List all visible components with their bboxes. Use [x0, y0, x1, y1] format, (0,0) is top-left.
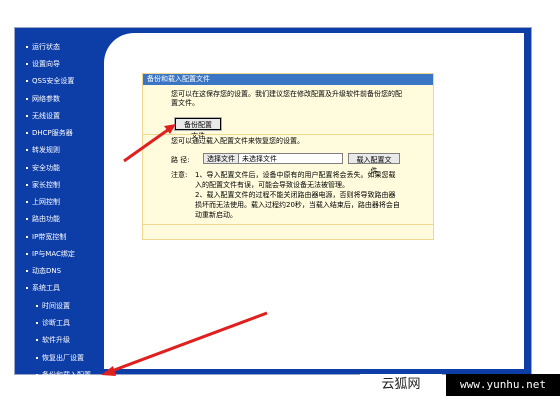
- restore-description: 您可以通过载入配置文件来恢复您的设置。: [171, 137, 304, 145]
- watermark-site-name: 云狐网: [360, 374, 442, 396]
- bullet-icon: [26, 115, 28, 117]
- bullet-icon: [36, 339, 38, 341]
- bullet-icon: [26, 184, 28, 186]
- note-text: 1、导入配置文件后，设备中原有的用户配置将会丢失。如果您载入的配置文件有误，可能…: [195, 170, 400, 220]
- no-file-text: 未选择文件: [242, 155, 277, 163]
- red-arrow-to-menu-icon: [101, 311, 268, 376]
- choose-file-button[interactable]: 选择文件: [204, 154, 239, 163]
- sidebar-item-system-tools[interactable]: 系统工具: [26, 281, 106, 295]
- red-arrow-to-backup-icon: [123, 124, 176, 163]
- bullet-icon: [26, 149, 28, 151]
- bullet-icon: [26, 63, 28, 65]
- bullet-icon: [26, 253, 28, 255]
- panel-title: 备份和载入配置文件: [143, 74, 433, 85]
- bullet-icon: [26, 46, 28, 48]
- sidebar-item-parental-control[interactable]: 家长控制: [26, 178, 106, 192]
- sidebar-item-ip-mac-binding[interactable]: IP与MAC绑定: [26, 247, 106, 261]
- bullet-icon: [36, 357, 38, 359]
- note-item-1: 1、导入配置文件后，设备中原有的用户配置将会丢失。如果您载入的配置文件有误，可能…: [195, 171, 396, 189]
- sidebar-item-setup-wizard[interactable]: 设置向导: [26, 57, 106, 71]
- sidebar-item-dhcp[interactable]: DHCP服务器: [26, 126, 106, 140]
- sidebar-item-access-control[interactable]: 上网控制: [26, 195, 106, 209]
- bullet-icon: [26, 287, 28, 289]
- bullet-icon: [36, 305, 38, 307]
- bullet-icon: [26, 201, 28, 203]
- sidebar-item-ddns[interactable]: 动态DNS: [26, 264, 106, 278]
- divider: [143, 224, 433, 225]
- bullet-icon: [26, 167, 28, 169]
- sidebar-item-run-status[interactable]: 运行状态: [26, 40, 106, 54]
- sidebar-item-network[interactable]: 网络参数: [26, 92, 106, 106]
- bullet-icon: [26, 98, 28, 100]
- watermark-url: www.yunhu.net: [446, 374, 560, 396]
- load-config-button[interactable]: 载入配置文件: [348, 153, 400, 175]
- bullet-icon: [36, 322, 38, 324]
- sidebar-item-qss[interactable]: QSS安全设置: [26, 74, 106, 88]
- divider: [143, 134, 433, 135]
- sidebar-item-bandwidth[interactable]: IP带宽控制: [26, 230, 106, 244]
- backup-config-button[interactable]: 备份配置文件: [174, 117, 222, 140]
- file-path-input[interactable]: 选择文件 未选择文件: [203, 153, 343, 164]
- bullet-icon: [26, 132, 28, 134]
- bullet-icon: [26, 80, 28, 82]
- note-label: 注意:: [171, 171, 188, 179]
- sidebar-item-wireless[interactable]: 无线设置: [26, 109, 106, 123]
- note-item-2: 2、载入配置文件的过程不能关闭路由器电源，否则将导致路由器损坏而无法使用。载入过…: [195, 191, 400, 219]
- backup-description: 您可以在这保存您的设置。我们建议您在修改配置及升级软件前备份您的配置文件。: [171, 90, 402, 107]
- sidebar-item-security[interactable]: 安全功能: [26, 161, 106, 175]
- bullet-icon: [26, 236, 28, 238]
- sidebar-item-routing[interactable]: 路由功能: [26, 212, 106, 226]
- bullet-icon: [26, 270, 28, 272]
- sidebar-item-forwarding[interactable]: 转发规则: [26, 143, 106, 157]
- bullet-icon: [36, 374, 38, 376]
- backup-restore-panel: 备份和载入配置文件 您可以在这保存您的设置。我们建议您在修改配置及升级软件前备份…: [142, 73, 434, 240]
- bullet-icon: [26, 218, 28, 220]
- sidebar-menu: 运行状态 设置向导 QSS安全设置 网络参数 无线设置 DHCP服务器 转发规则…: [26, 33, 106, 383]
- watermark: 云狐网 www.yunhu.net: [360, 374, 560, 396]
